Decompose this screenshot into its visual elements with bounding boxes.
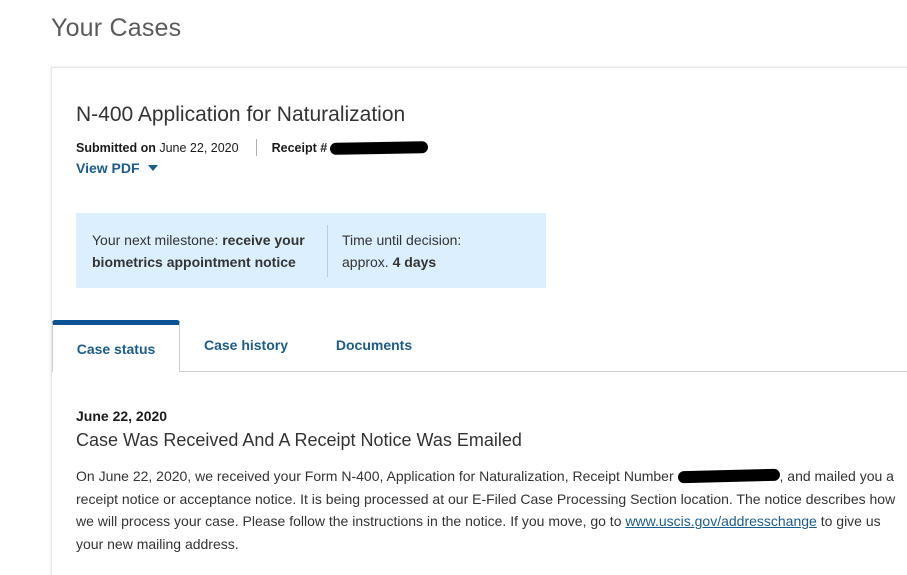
status-body-part1: On June 22, 2020, we received your Form …	[76, 468, 678, 484]
page: Your Cases N-400 Application for Natural…	[0, 0, 907, 575]
tab-case-status[interactable]: Case status	[52, 320, 180, 372]
time-until-decision: Time until decision: approx. 4 days	[342, 229, 461, 273]
submitted-date: June 22, 2020	[159, 140, 239, 155]
next-milestone: Your next milestone: receive your biomet…	[76, 229, 327, 273]
view-pdf-label: View PDF	[76, 160, 140, 176]
time-value: 4 days	[392, 253, 437, 270]
redacted-receipt-number-body	[677, 468, 780, 484]
tab-documents[interactable]: Documents	[334, 320, 414, 370]
milestone-prefix: Your next milestone:	[92, 231, 223, 248]
status-heading: Case Was Received And A Receipt Notice W…	[76, 430, 522, 450]
tab-case-history[interactable]: Case history	[202, 320, 290, 370]
milestone-divider	[327, 224, 328, 277]
caret-down-icon	[147, 165, 158, 171]
meta-divider	[255, 139, 257, 156]
receipt-label: Receipt #	[271, 140, 328, 155]
case-tabs: Case status Case history Documents	[52, 320, 907, 372]
redacted-receipt-number	[330, 140, 429, 155]
view-pdf-button[interactable]: View PDF	[76, 160, 158, 176]
page-title: Your Cases	[51, 14, 182, 42]
case-meta: Submitted on June 22, 2020 Receipt #	[76, 139, 429, 156]
submitted-label: Submitted on	[76, 140, 156, 155]
status-date: June 22, 2020	[76, 408, 168, 424]
milestone-box: Your next milestone: receive your biomet…	[76, 213, 546, 288]
address-change-link[interactable]: www.uscis.gov/addresschange	[625, 513, 816, 529]
status-body: On June 22, 2020, we received your Form …	[76, 465, 896, 555]
case-card: N-400 Application for Naturalization Sub…	[51, 67, 907, 575]
case-title: N-400 Application for Naturalization	[76, 103, 406, 126]
time-prefix: approx.	[342, 253, 393, 270]
time-label: Time until decision:	[342, 231, 462, 248]
